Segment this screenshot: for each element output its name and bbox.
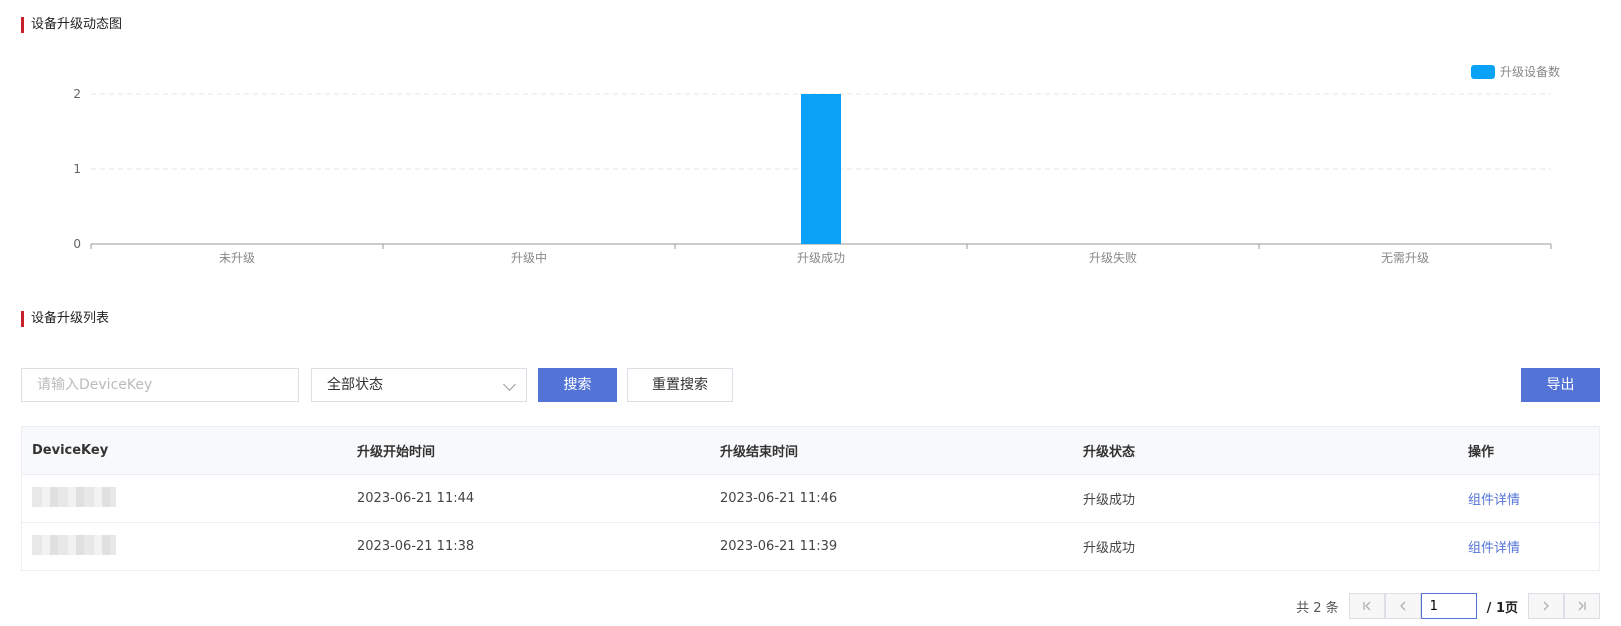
col-end-time-header: 升级结束时间 xyxy=(710,426,1073,475)
export-button[interactable]: 导出 xyxy=(1521,368,1600,402)
x-tick-label: 无需升级 xyxy=(1381,251,1429,265)
action-cell: 组件详情 xyxy=(1458,474,1600,523)
pagination: 共 2 条 / 1页 xyxy=(1296,593,1600,619)
col-action-header: 操作 xyxy=(1458,426,1600,475)
table-header-row: DeviceKey 升级开始时间 升级结束时间 升级状态 操作 xyxy=(21,426,1600,475)
x-tick-label: 升级中 xyxy=(511,250,547,265)
prev-page-icon xyxy=(1399,601,1406,611)
chart-section-title: 设备升级动态图 xyxy=(21,17,122,33)
status-select-value: 全部状态 xyxy=(327,377,383,393)
last-page-button[interactable] xyxy=(1564,593,1600,619)
table-row: 2023-06-21 11:38 2023-06-21 11:39 升级成功 组… xyxy=(21,522,1600,571)
x-tick-label: 未升级 xyxy=(219,251,255,265)
status-select[interactable]: 全部状态 xyxy=(311,368,527,402)
legend-swatch xyxy=(1471,65,1495,79)
page-of-total: / 1页 xyxy=(1486,600,1518,616)
page: 设备升级动态图 0 1 2 未升级 升级中 升级成功 升级失败 无需升级 升级设备数 设备升级列… xyxy=(0,0,1621,626)
x-tick-label: 升级失败 xyxy=(1089,250,1137,265)
upgrade-table: DeviceKey 升级开始时间 升级结束时间 升级状态 操作 2023-06-… xyxy=(21,426,1600,571)
col-start-time-header: 升级开始时间 xyxy=(347,426,710,475)
total-count: 共 2 条 xyxy=(1296,600,1339,616)
y-tick-label: 1 xyxy=(73,162,81,176)
reset-search-button[interactable]: 重置搜索 xyxy=(627,368,733,402)
end-time-cell: 2023-06-21 11:46 xyxy=(710,474,1073,523)
x-tick-label: 升级成功 xyxy=(797,251,845,265)
redacted-devicekey xyxy=(32,534,116,555)
redacted-devicekey xyxy=(32,486,116,507)
y-tick-label: 0 xyxy=(73,237,81,251)
component-detail-link[interactable]: 组件详情 xyxy=(1468,493,1520,508)
y-tick-label: 2 xyxy=(73,87,81,101)
status-cell: 升级成功 xyxy=(1073,522,1458,571)
first-page-icon xyxy=(1363,601,1371,611)
upgrade-bar-chart: 0 1 2 未升级 升级中 升级成功 升级失败 无需升级 升级设备数 xyxy=(73,64,1560,265)
action-cell: 组件详情 xyxy=(1458,522,1600,571)
next-page-button[interactable] xyxy=(1528,593,1564,619)
start-time-cell: 2023-06-21 11:44 xyxy=(347,474,710,523)
last-page-icon xyxy=(1578,601,1586,611)
devicekey-cell xyxy=(21,474,347,523)
col-status-header: 升级状态 xyxy=(1073,426,1458,475)
legend-label: 升级设备数 xyxy=(1500,64,1560,79)
bar xyxy=(801,94,841,244)
status-cell: 升级成功 xyxy=(1073,474,1458,523)
next-page-icon xyxy=(1543,601,1549,611)
first-page-button[interactable] xyxy=(1348,593,1385,619)
devicekey-search-input[interactable] xyxy=(21,368,299,402)
prev-page-button[interactable] xyxy=(1384,593,1421,619)
list-section-title: 设备升级列表 xyxy=(21,311,109,327)
page-number-input[interactable] xyxy=(1420,593,1477,619)
table-row: 2023-06-21 11:44 2023-06-21 11:46 升级成功 组… xyxy=(21,474,1600,523)
col-devicekey-header: DeviceKey xyxy=(21,426,347,475)
end-time-cell: 2023-06-21 11:39 xyxy=(710,522,1073,571)
component-detail-link[interactable]: 组件详情 xyxy=(1468,541,1520,556)
chevron-down-icon xyxy=(503,378,516,391)
search-button[interactable]: 搜索 xyxy=(538,368,617,402)
start-time-cell: 2023-06-21 11:38 xyxy=(347,522,710,571)
devicekey-cell xyxy=(21,522,347,571)
